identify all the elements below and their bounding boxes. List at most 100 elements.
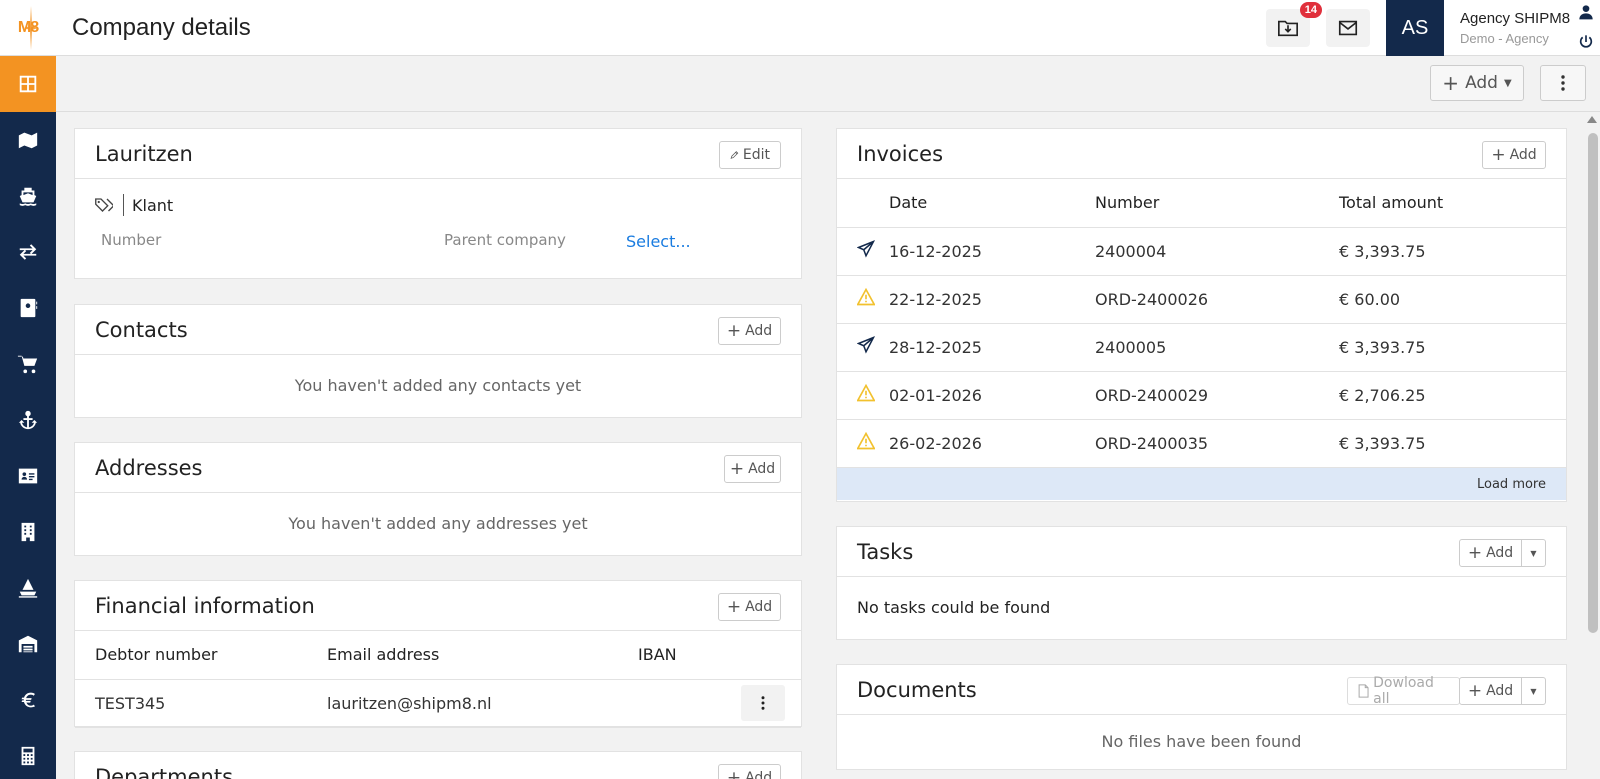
add-task-button[interactable]: + Add [1459,539,1522,567]
cart-icon [17,355,38,374]
documents-empty-message: No files have been found [1101,732,1302,751]
caret-down-icon: ▼ [1530,548,1537,558]
downloads-button[interactable]: 14 [1266,2,1322,47]
invoice-amount: € 60.00 [1339,275,1566,324]
sidebar-item-vessels[interactable] [0,168,56,224]
sidebar-item-calculator[interactable] [0,728,56,779]
scroll-up-arrow[interactable] [1587,116,1597,123]
tasks-empty-message: No tasks could be found [857,598,1051,617]
warning-icon [856,287,876,306]
sidebar-item-transfers[interactable] [0,224,56,280]
plus-icon: + [1467,543,1483,563]
addresses-title: Addresses [95,455,203,480]
table-row[interactable]: 16-12-2025 2400004 € 3,393.75 [837,227,1566,276]
add-address-button[interactable]: + Add [724,455,781,483]
plus-icon: + [1491,145,1506,165]
tag-divider [123,194,124,216]
kebab-menu-icon [1561,75,1565,91]
ship-icon [19,187,37,206]
add-contact-button[interactable]: + Add [718,317,781,345]
col-total-amount: Total amount [1339,179,1566,228]
anchor-icon [18,410,38,430]
folder-download-icon [1278,20,1298,37]
invoices-card: Invoices + Add Date Number Total amount … [836,128,1567,502]
paper-plane-icon [856,336,876,354]
invoice-number: ORD-2400026 [1095,275,1339,324]
power-icon[interactable] [1578,34,1594,50]
table-row[interactable]: 02-01-2026 ORD-2400029 € 2,706.25 [837,371,1566,420]
table-row[interactable]: 26-02-2026 ORD-2400035 € 3,393.75 [837,419,1566,468]
page-title: Company details [72,13,251,41]
add-department-button[interactable]: + Add [718,764,781,779]
toolbar-more-button[interactable] [1540,65,1586,101]
invoices-table: Date Number Total amount 16-12-2025 2400… [837,179,1566,468]
add-document-dropdown[interactable]: ▼ [1522,677,1546,705]
load-more-button[interactable]: Load more [837,467,1566,500]
invoice-number: ORD-2400029 [1095,371,1339,420]
row-actions-button[interactable] [741,685,785,721]
table-row[interactable]: 22-12-2025 ORD-2400026 € 60.00 [837,275,1566,324]
page-toolbar: + Add ▼ [56,56,1600,112]
addresses-empty-message: You haven't added any addresses yet [288,514,588,533]
departments-title: Departments [95,764,234,779]
company-card: Lauritzen Edit Klant Number Parent compa… [74,128,802,279]
sidebar-item-crew[interactable] [0,448,56,504]
add-invoice-button[interactable]: + Add [1482,141,1546,169]
download-all-button[interactable]: Dowload all [1347,675,1460,707]
invoice-date: 28-12-2025 [889,323,1095,372]
user-icon[interactable] [1578,4,1594,20]
table-row: TEST345 lauritzen@shipm8.nl [75,679,801,728]
invoice-number: ORD-2400035 [1095,419,1339,468]
sidebar-item-warehouse[interactable] [0,616,56,672]
departments-card: Departments + Add [74,751,802,779]
add-label: Add [745,323,773,339]
col-date: Date [889,179,1095,228]
warning-icon [856,383,876,402]
plus-icon: + [726,768,742,779]
add-label: Add [748,461,776,477]
email-address: lauritzen@shipm8.nl [327,679,638,728]
kebab-menu-icon [761,696,765,710]
plus-icon: + [726,597,742,617]
envelope-icon [1338,20,1358,36]
contacts-empty-message: You haven't added any contacts yet [294,376,582,395]
parent-company-select[interactable]: Select... [626,232,691,251]
col-number: Number [1095,179,1339,228]
scrollbar-thumb[interactable] [1588,133,1598,633]
sidebar-item-dashboard[interactable] [0,56,56,112]
building-icon [21,522,35,542]
sidebar-item-map[interactable] [0,112,56,168]
avatar[interactable]: AS [1386,0,1444,56]
sidebar-item-port-calls[interactable] [0,392,56,448]
add-task-dropdown[interactable]: ▼ [1522,539,1546,567]
compass-star-icon [24,6,38,50]
financial-table: Debtor number Email address IBAN TEST345… [75,631,801,728]
invoices-title: Invoices [857,141,944,166]
add-label: Add [1509,147,1537,163]
invoice-number: 2400004 [1095,227,1339,276]
top-header: Company details 14 AS Agency SHIPM8 Demo… [56,0,1600,56]
col-email: Email address [327,631,638,680]
app-logo[interactable]: M8 [0,0,56,56]
add-financial-button[interactable]: + Add [718,593,781,621]
invoice-amount: € 3,393.75 [1339,227,1566,276]
id-card-icon [18,468,38,484]
invoice-amount: € 2,706.25 [1339,371,1566,420]
add-document-button[interactable]: + Add [1459,677,1522,705]
sidebar-item-orders[interactable] [0,336,56,392]
messages-button[interactable] [1326,9,1370,47]
user-info[interactable]: Agency SHIPM8 Demo - Agency [1444,10,1600,46]
sidebar-item-contacts[interactable] [0,280,56,336]
col-iban: IBAN [638,631,741,680]
caret-down-icon: ▼ [1530,686,1537,696]
sidebar-item-companies[interactable] [0,504,56,560]
table-row[interactable]: 28-12-2025 2400005 € 3,393.75 [837,323,1566,372]
edit-company-button[interactable]: Edit [719,141,781,169]
add-label: Add [1486,545,1514,561]
iban [638,679,741,728]
sidebar-item-finance[interactable] [0,672,56,728]
toolbar-add-dropdown[interactable]: + Add ▼ [1430,65,1524,101]
edit-label: Edit [742,147,770,163]
documents-title: Documents [857,677,977,702]
sidebar-item-boats[interactable] [0,560,56,616]
